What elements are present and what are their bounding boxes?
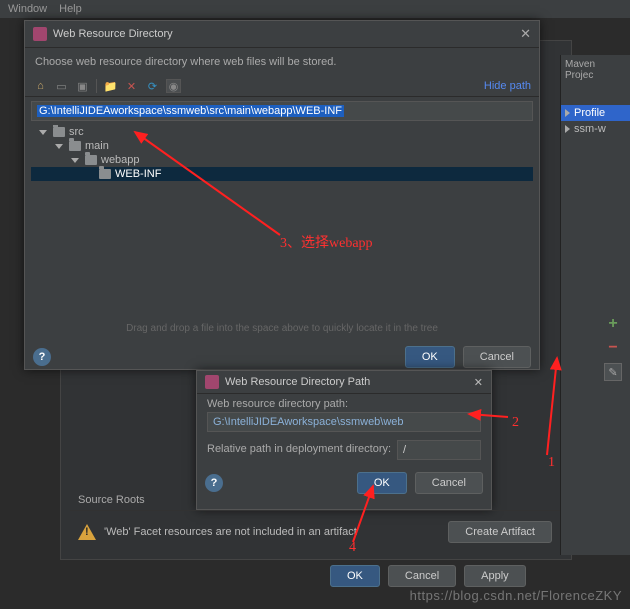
folder-icon <box>53 127 65 137</box>
tree-node-src[interactable]: src <box>31 125 533 139</box>
cancel-button[interactable]: Cancel <box>388 565 456 587</box>
annotation-4: 4 <box>349 540 356 556</box>
bottom-buttons: OK Cancel Apply <box>330 565 526 587</box>
tree-node-webapp[interactable]: webapp <box>31 153 533 167</box>
chevron-right-icon <box>565 125 570 133</box>
hide-path-link[interactable]: Hide path <box>484 80 531 92</box>
maven-item-profiles[interactable]: Profile <box>561 105 630 121</box>
menu-help[interactable]: Help <box>59 3 82 15</box>
app-icon <box>205 375 219 389</box>
tree-node-webinf[interactable]: WEB-INF <box>31 167 533 181</box>
maven-panel-header: Maven Projec <box>561 55 630 85</box>
close-icon[interactable]: ✕ <box>474 376 483 389</box>
maven-panel: Maven Projec Profile ssm-w <box>560 55 630 555</box>
refresh-icon[interactable]: ⟳ <box>145 79 160 93</box>
add-button[interactable]: + <box>608 315 617 333</box>
file-toolbar: ⌂ ▭ ▣ 📁 ✕ ⟳ ◉ Hide path <box>25 76 539 97</box>
dialog-title: Web Resource Directory Path <box>225 376 468 388</box>
expand-icon <box>71 158 79 163</box>
lower-panel: Source Roots 'Web' Facet resources are n… <box>70 490 560 553</box>
path-label: Web resource directory path: <box>207 398 481 410</box>
dialog-titlebar: Web Resource Directory Path ✕ <box>197 371 491 394</box>
dialog-titlebar: Web Resource Directory ✕ <box>25 21 539 48</box>
side-buttons: + − ✎ <box>604 315 622 381</box>
folder-icon <box>69 141 81 151</box>
annotation-1: 1 <box>548 455 555 471</box>
delete-icon[interactable]: ✕ <box>124 79 139 93</box>
annotation-3: 3、选择webapp <box>280 232 373 252</box>
path-input[interactable]: G:\IntelliJIDEAworkspace\ssmweb\web <box>207 412 481 432</box>
web-resource-path-dialog: Web Resource Directory Path ✕ Web resour… <box>196 370 492 510</box>
edit-button[interactable]: ✎ <box>604 363 622 381</box>
chevron-right-icon <box>565 109 570 117</box>
remove-button[interactable]: − <box>608 339 617 357</box>
close-icon[interactable]: ✕ <box>520 26 531 42</box>
new-folder-icon[interactable]: 📁 <box>103 79 118 93</box>
desktop-icon[interactable]: ▭ <box>54 79 69 93</box>
source-roots-label: Source Roots <box>70 490 560 511</box>
expand-icon <box>55 144 63 149</box>
dialog-title: Web Resource Directory <box>53 28 514 40</box>
cancel-button[interactable]: Cancel <box>463 346 531 368</box>
expand-icon <box>39 130 47 135</box>
apply-button[interactable]: Apply <box>464 565 526 587</box>
tree-node-main[interactable]: main <box>31 139 533 153</box>
folder-icon <box>85 155 97 165</box>
folder-icon <box>99 169 111 179</box>
warning-icon <box>78 524 96 540</box>
web-resource-directory-dialog: Web Resource Directory ✕ Choose web reso… <box>24 20 540 370</box>
menu-bar: Window Help <box>0 0 630 18</box>
watermark: https://blog.csdn.net/FlorenceZKY <box>410 588 622 603</box>
app-icon <box>33 27 47 41</box>
home-icon[interactable]: ⌂ <box>33 79 48 93</box>
annotation-2: 2 <box>512 415 519 431</box>
help-icon[interactable]: ? <box>33 348 51 366</box>
path-input[interactable]: G:\IntelliJIDEAworkspace\ssmweb\src\main… <box>31 101 533 121</box>
menu-window[interactable]: Window <box>8 3 47 15</box>
file-tree[interactable]: src main webapp WEB-INF <box>31 125 533 315</box>
ok-button[interactable]: OK <box>330 565 380 587</box>
relative-input[interactable]: / <box>397 440 481 460</box>
ok-button[interactable]: OK <box>405 346 455 368</box>
dialog-prompt: Choose web resource directory where web … <box>25 48 539 76</box>
project-icon[interactable]: ▣ <box>75 79 90 93</box>
relative-label: Relative path in deployment directory: <box>207 443 391 455</box>
warning-row: 'Web' Facet resources are not included i… <box>70 511 560 553</box>
drop-hint: Drag and drop a file into the space abov… <box>25 319 539 338</box>
show-hidden-icon[interactable]: ◉ <box>166 79 181 93</box>
warning-text: 'Web' Facet resources are not included i… <box>104 526 357 538</box>
create-artifact-button[interactable]: Create Artifact <box>448 521 552 543</box>
maven-item-ssm[interactable]: ssm-w <box>561 121 630 137</box>
